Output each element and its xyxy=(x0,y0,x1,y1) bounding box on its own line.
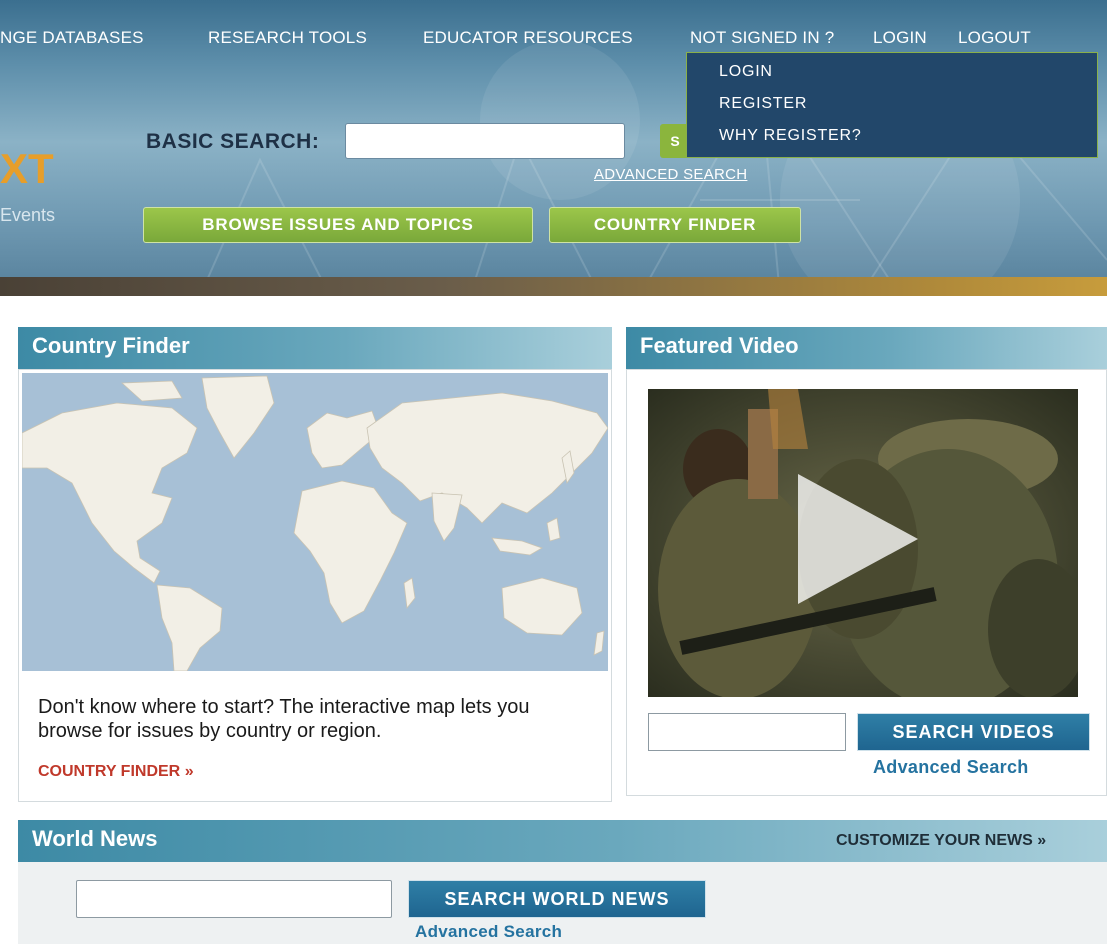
country-finder-link[interactable]: COUNTRY FINDER » xyxy=(38,763,194,781)
search-world-news-button[interactable]: SEARCH WORLD NEWS xyxy=(408,880,706,918)
world-news-advanced-search-link[interactable]: Advanced Search xyxy=(415,922,562,942)
world-map[interactable] xyxy=(22,373,608,671)
nav-change-databases[interactable]: NGE DATABASES xyxy=(0,28,144,48)
nav-logout[interactable]: LOGOUT xyxy=(958,28,1031,48)
header-bottom-band xyxy=(0,277,1107,296)
site-logo-fragment: XT xyxy=(0,145,54,192)
dropdown-login[interactable]: LOGIN xyxy=(719,63,773,81)
dropdown-why-register[interactable]: WHY REGISTER? xyxy=(719,127,862,145)
customize-news-link[interactable]: CUSTOMIZE YOUR NEWS » xyxy=(836,832,1046,850)
browse-issues-topics-button[interactable]: BROWSE ISSUES AND TOPICS xyxy=(143,207,533,243)
customize-news-label[interactable]: CUSTOMIZE YOUR NEWS xyxy=(836,832,1033,849)
country-finder-header-button[interactable]: COUNTRY FINDER xyxy=(549,207,801,243)
basic-search-input[interactable] xyxy=(345,123,625,159)
world-news-title: World News xyxy=(32,826,158,851)
featured-video-title: Featured Video xyxy=(640,333,799,358)
featured-video-player[interactable] xyxy=(648,389,1078,697)
double-chevron-right-icon: » xyxy=(184,763,194,780)
double-chevron-right-icon: » xyxy=(1037,832,1047,849)
basic-search-label: BASIC SEARCH: xyxy=(146,130,320,153)
country-finder-title: Country Finder xyxy=(32,333,190,358)
country-finder-panel-header: Country Finder xyxy=(18,327,612,369)
video-advanced-search-link[interactable]: Advanced Search xyxy=(873,757,1029,778)
nav-educator-resources[interactable]: EDUCATOR RESOURCES xyxy=(423,28,633,48)
search-videos-button[interactable]: SEARCH VIDEOS xyxy=(857,713,1090,751)
featured-video-panel-header: Featured Video xyxy=(626,327,1107,369)
play-icon[interactable] xyxy=(793,469,923,609)
world-news-search-input[interactable] xyxy=(76,880,392,918)
advanced-search-link[interactable]: ADVANCED SEARCH xyxy=(594,166,747,183)
page: NGE DATABASES RESEARCH TOOLS EDUCATOR RE… xyxy=(0,0,1107,944)
account-dropdown-menu: LOGIN REGISTER WHY REGISTER? xyxy=(686,52,1098,158)
nav-login[interactable]: LOGIN xyxy=(873,28,927,48)
video-search-input[interactable] xyxy=(648,713,846,751)
site-tagline-fragment: Events xyxy=(0,205,56,225)
country-finder-description: Don't know where to start? The interacti… xyxy=(38,696,530,742)
nav-research-tools[interactable]: RESEARCH TOOLS xyxy=(208,28,367,48)
nav-not-signed-in[interactable]: NOT SIGNED IN ? xyxy=(690,28,834,48)
dropdown-register[interactable]: REGISTER xyxy=(719,95,807,113)
country-finder-link-label[interactable]: COUNTRY FINDER xyxy=(38,763,180,780)
